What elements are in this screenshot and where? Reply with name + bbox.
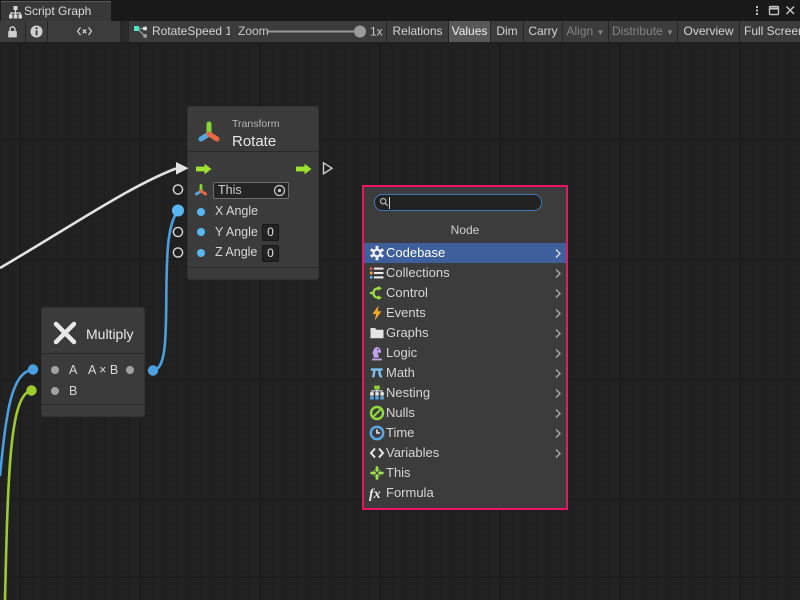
svg-text:fx: fx (369, 487, 381, 501)
svg-text:1x: 1x (370, 25, 383, 39)
